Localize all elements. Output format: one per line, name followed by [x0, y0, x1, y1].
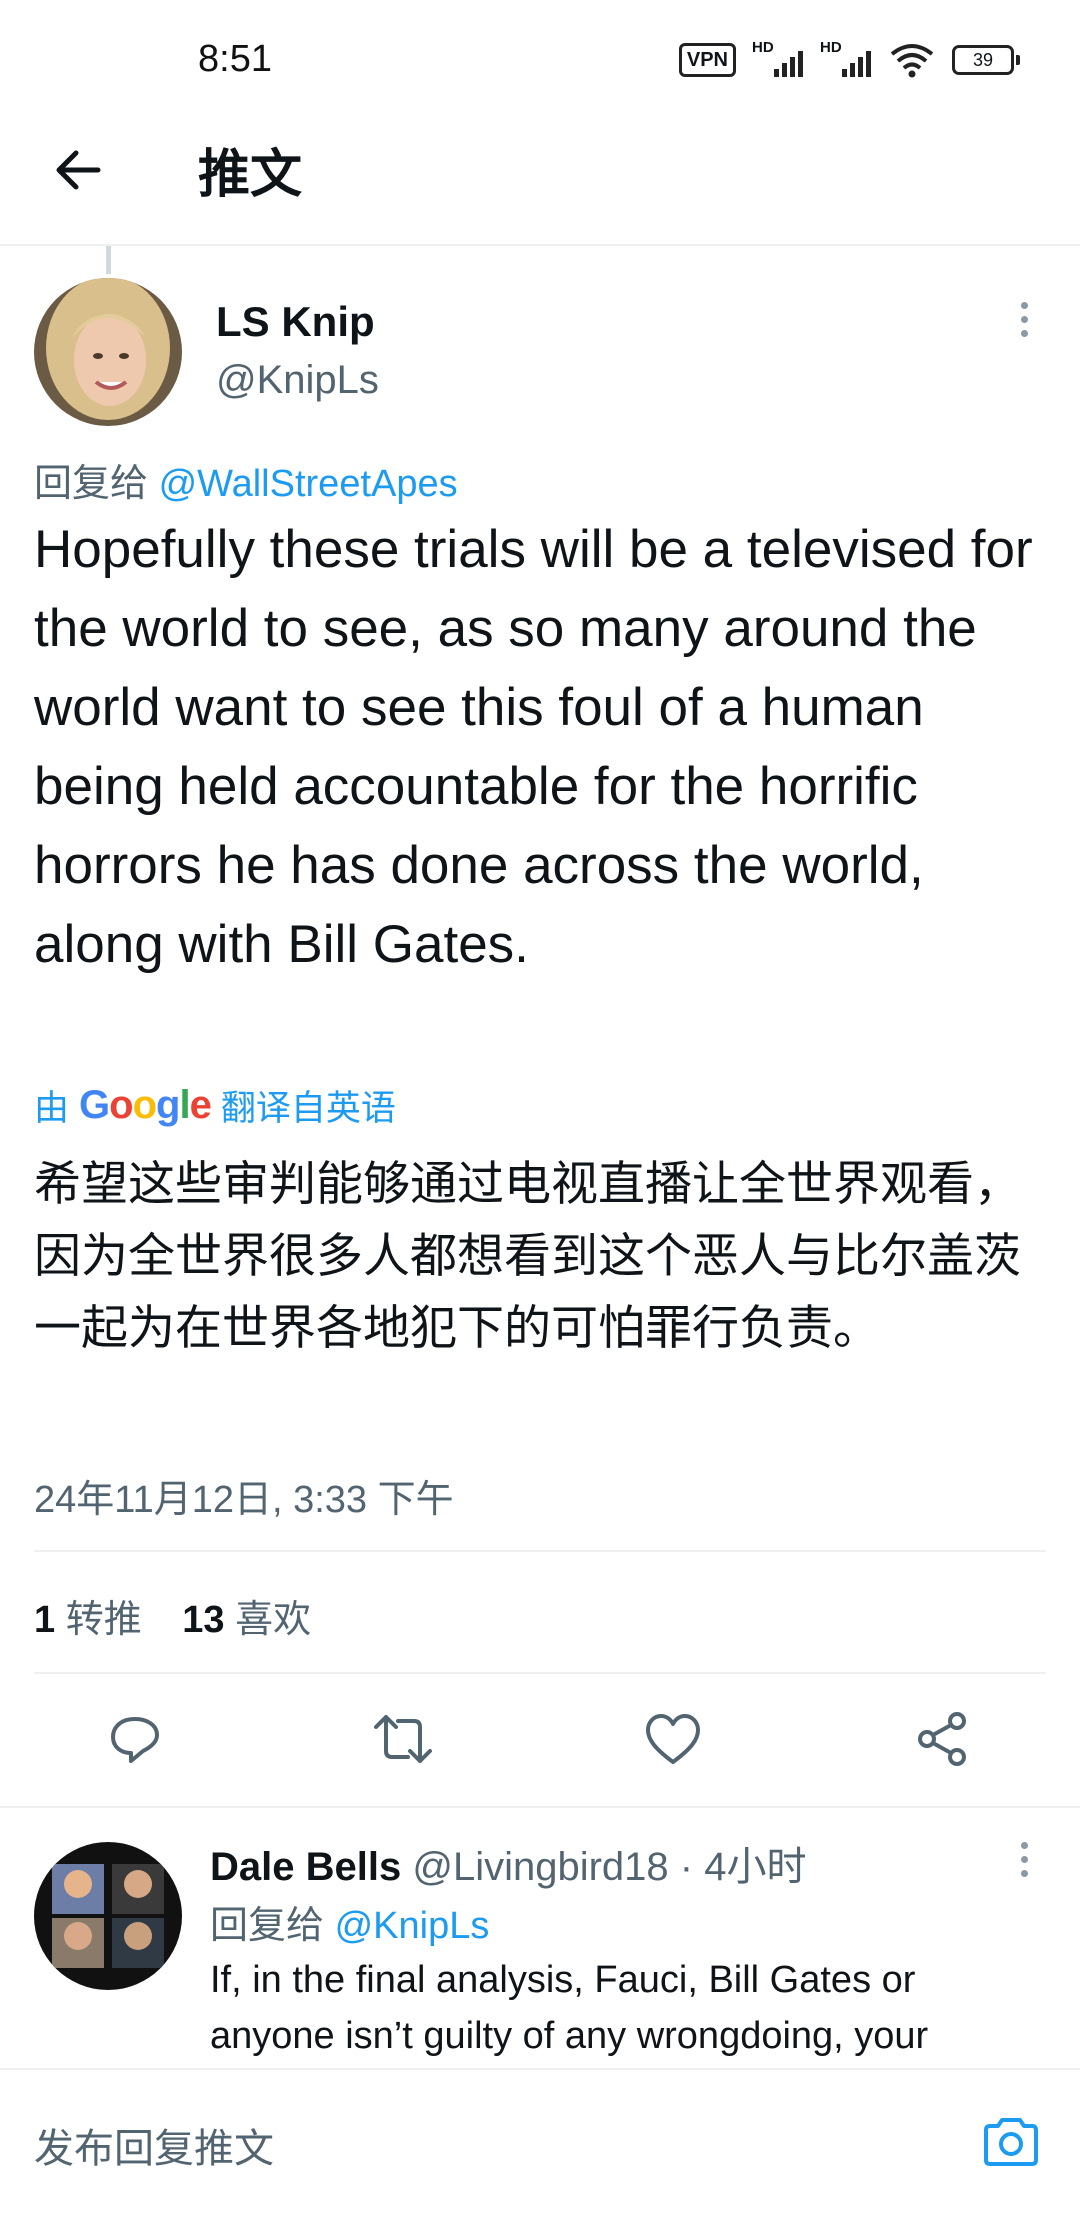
reply-to-line-2: 回复给 @KnipLs	[210, 1894, 489, 1949]
header-divider	[0, 244, 1080, 246]
thread-line	[106, 246, 111, 274]
retweet-stat[interactable]: 1 转推	[34, 1599, 142, 1641]
reply-to-prefix: 回复给	[34, 463, 149, 505]
vpn-icon: VPN	[678, 43, 736, 77]
page-title: 推文	[198, 146, 303, 204]
reply-separator: ·	[679, 1845, 694, 1889]
status-time: 8:51	[198, 38, 272, 80]
reply-more-options-icon[interactable]	[1014, 1842, 1034, 1877]
compose-input[interactable]: 发布回复推文	[34, 2116, 274, 2174]
tweet-text: Hopefully these trials will be a televis…	[34, 520, 1033, 974]
reply-to-handle[interactable]: @WallStreetApes	[159, 463, 458, 505]
reply-text: If, in the final analysis, Fauci, Bill G…	[210, 1959, 929, 2057]
reply-to-handle-2[interactable]: @KnipLs	[335, 1905, 490, 1947]
translate-prefix: 由	[34, 1089, 70, 1128]
reply-author-name[interactable]: Dale Bells	[210, 1845, 401, 1889]
reply-to-prefix-2: 回复给	[210, 1905, 325, 1947]
translated-by[interactable]: 由 Google 翻译自英语	[34, 1080, 396, 1131]
translated-text: 希望这些审判能够通过电视直播让全世界观看，因为全世界很多人都想看到这个恶人与比尔…	[34, 1157, 1021, 1354]
reply-time: 4小时	[704, 1845, 807, 1889]
reply-avatar[interactable]	[34, 1842, 182, 1990]
reply-icon[interactable]	[100, 1704, 170, 1774]
google-logo: Google	[79, 1083, 212, 1127]
reply-to-line: 回复给 @WallStreetApes	[34, 452, 458, 507]
wifi-icon	[890, 44, 934, 78]
more-options-icon[interactable]	[1014, 302, 1034, 337]
stats-divider-bottom	[34, 1672, 1046, 1674]
reply-header: Dale Bells @Livingbird18 · 4小时	[210, 1834, 806, 1892]
stats-divider-top	[34, 1550, 1046, 1552]
tweet-timestamp: 24年11月12日, 3:33 下午	[34, 1479, 454, 1521]
signal-icon-2: HD	[820, 39, 872, 77]
battery-icon: 39	[952, 45, 1020, 75]
tweet-stats: 1 转推 13 喜欢	[34, 1588, 311, 1643]
signal-icon: HD	[752, 39, 804, 77]
author-avatar[interactable]	[34, 278, 182, 426]
author-name[interactable]: LS Knip	[216, 298, 375, 346]
retweet-icon[interactable]	[368, 1704, 438, 1774]
author-handle[interactable]: @KnipLs	[216, 358, 379, 403]
share-icon[interactable]	[908, 1704, 978, 1774]
actions-divider	[0, 1806, 1080, 1808]
reply-author-handle[interactable]: @Livingbird18	[412, 1845, 668, 1889]
back-arrow-icon[interactable]	[48, 140, 108, 200]
status-icons: VPN HD HD 39	[678, 39, 1020, 80]
like-icon[interactable]	[638, 1704, 708, 1774]
translate-suffix: 翻译自英语	[220, 1089, 396, 1128]
like-stat[interactable]: 13 喜欢	[182, 1599, 311, 1641]
camera-icon[interactable]	[980, 2114, 1042, 2170]
